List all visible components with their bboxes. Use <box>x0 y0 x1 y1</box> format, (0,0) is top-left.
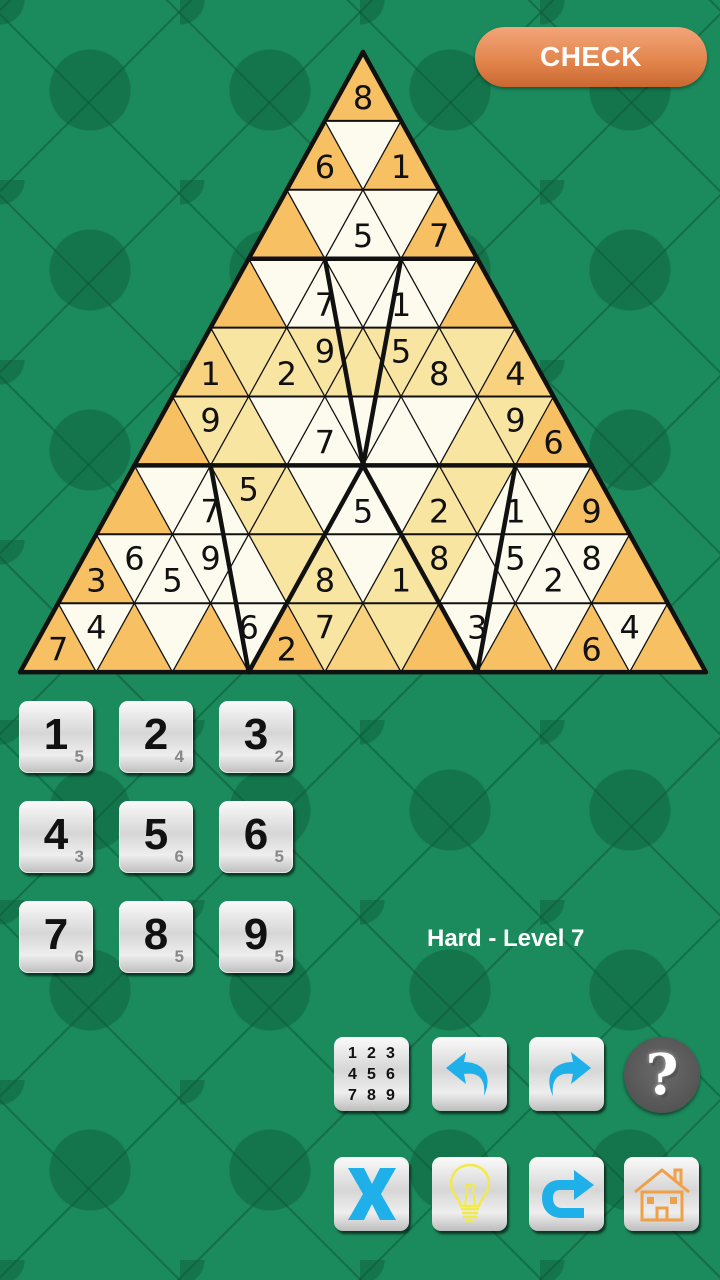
digit-remaining-count: 4 <box>174 747 184 766</box>
cell-value: 1 <box>391 561 411 599</box>
notes-grid-digit: 7 <box>348 1086 357 1104</box>
notes-grid-digit: 5 <box>367 1065 376 1083</box>
notes-grid-digit: 1 <box>348 1044 357 1062</box>
undo-button[interactable] <box>432 1037 507 1111</box>
cell-value: 9 <box>200 402 220 440</box>
cell-value: 9 <box>505 402 525 440</box>
notes-grid-digit: 4 <box>348 1065 357 1083</box>
cell-value: 1 <box>200 355 220 393</box>
cell-value: 4 <box>620 608 640 646</box>
cell-value: 5 <box>353 493 373 531</box>
restart-button[interactable] <box>529 1157 604 1231</box>
notes-mode-button[interactable]: 123 456 789 <box>334 1037 409 1111</box>
digit-button-2[interactable]: 24 <box>119 701 193 773</box>
home-button[interactable] <box>624 1157 699 1231</box>
cell-value: 8 <box>353 79 373 117</box>
cell-value: 5 <box>353 217 373 255</box>
cell-value: 6 <box>581 630 601 668</box>
hint-button[interactable] <box>432 1157 507 1231</box>
notes-grid-digit: 8 <box>367 1086 376 1104</box>
cell-value: 2 <box>277 630 297 668</box>
cell-value: 5 <box>162 561 182 599</box>
triangle-sudoku-board: 86 15 77 11 29 58 49796755 2 1 936598 18 52874 627 36… <box>17 49 709 675</box>
redo-button[interactable] <box>529 1037 604 1111</box>
lightbulb-icon <box>449 1163 490 1223</box>
notes-grid-digit: 2 <box>367 1044 376 1062</box>
help-button[interactable]: ? <box>624 1037 700 1113</box>
cell-value: 7 <box>315 608 335 646</box>
cell-value: 3 <box>86 561 106 599</box>
cell-value: 5 <box>239 471 259 509</box>
redo-arrow-icon <box>548 1052 591 1096</box>
digit-button-7[interactable]: 76 <box>19 901 93 973</box>
notes-grid-digit: 6 <box>386 1065 395 1083</box>
cell-value: 9 <box>315 333 335 371</box>
board-cell[interactable]: 8 <box>324 51 402 122</box>
digit-remaining-count: 2 <box>274 747 284 766</box>
digit-remaining-count: 6 <box>74 947 84 966</box>
undo-arrow-icon <box>445 1052 488 1096</box>
cell-value: 4 <box>86 608 106 646</box>
cell-value: 6 <box>124 539 144 577</box>
digit-remaining-count: 5 <box>74 747 84 766</box>
cell-value: 7 <box>429 217 449 255</box>
digit-button-3[interactable]: 32 <box>219 701 293 773</box>
erase-button[interactable] <box>334 1157 409 1231</box>
digit-remaining-count: 5 <box>274 847 284 866</box>
cell-value: 5 <box>505 539 525 577</box>
digit-button-5[interactable]: 56 <box>119 801 193 873</box>
cell-value: 6 <box>315 148 335 186</box>
cell-value: 7 <box>315 424 335 462</box>
cell-value: 4 <box>505 355 525 393</box>
cell-value: 8 <box>429 355 449 393</box>
digit-button-8[interactable]: 85 <box>119 901 193 973</box>
cell-value: 2 <box>277 355 297 393</box>
cell-value: 2 <box>543 561 563 599</box>
question-mark-icon: ? <box>645 1042 679 1108</box>
digit-remaining-count: 6 <box>174 847 184 866</box>
notes-grid-digit: 9 <box>386 1086 395 1104</box>
digit-button-1[interactable]: 15 <box>19 701 93 773</box>
cell-value: 5 <box>391 333 411 371</box>
cell-value: 9 <box>200 539 220 577</box>
cell-value: 2 <box>429 493 449 531</box>
cell-value: 9 <box>581 493 601 531</box>
digit-button-9[interactable]: 95 <box>219 901 293 973</box>
cell-value: 1 <box>391 148 411 186</box>
board-cells: 86 15 77 11 29 58 49796755 2 1 936598 18 52874 627 36… <box>19 51 707 673</box>
house-icon <box>633 1168 690 1222</box>
digit-remaining-count: 3 <box>74 847 84 866</box>
cell-value: 8 <box>315 561 335 599</box>
x-erase-icon <box>347 1168 396 1220</box>
cell-value: 8 <box>581 539 601 577</box>
digit-button-6[interactable]: 65 <box>219 801 293 873</box>
cell-value: 6 <box>543 424 563 462</box>
number-grid-icon: 123 456 789 <box>343 1043 400 1106</box>
notes-grid-digit: 3 <box>386 1044 395 1062</box>
digit-button-4[interactable]: 43 <box>19 801 93 873</box>
cell-value: 7 <box>48 630 68 668</box>
level-label: Hard - Level 7 <box>427 925 585 952</box>
restart-arrow-icon <box>541 1170 594 1218</box>
cell-value: 8 <box>429 539 449 577</box>
digit-remaining-count: 5 <box>174 947 184 966</box>
digit-remaining-count: 5 <box>274 947 284 966</box>
